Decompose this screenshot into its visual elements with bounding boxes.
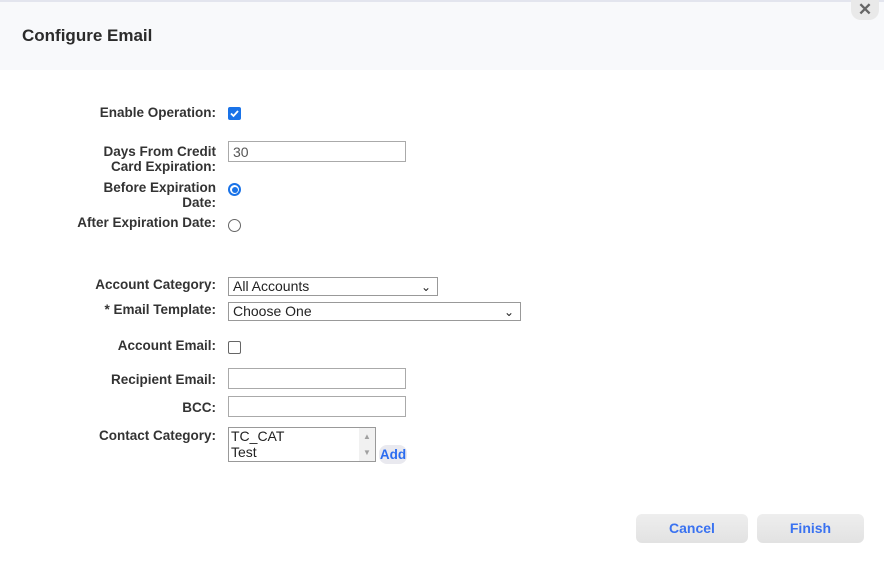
before-expiration-label: Before Expiration Date: (103, 180, 216, 210)
contact-category-option[interactable]: TC_CAT (229, 428, 375, 444)
scroll-up-icon[interactable]: ▲ (363, 432, 371, 441)
contact-category-listbox[interactable]: TC_CAT Test ▲ ▼ (228, 427, 376, 462)
days-from-expiration-label: Days From Credit Card Expiration: (103, 144, 216, 174)
before-label-line2: Date: (182, 195, 216, 210)
chevron-down-icon: ⌄ (420, 280, 431, 294)
email-template-value: Choose One (233, 303, 312, 319)
after-expiration-radio[interactable] (228, 219, 241, 232)
days-from-expiration-input[interactable] (228, 141, 406, 162)
days-label-line1: Days From Credit (103, 144, 216, 159)
chevron-down-icon: ⌄ (503, 305, 514, 319)
finish-button[interactable]: Finish (757, 514, 864, 543)
close-icon: ✕ (857, 0, 873, 19)
scroll-down-icon[interactable]: ▼ (363, 448, 371, 457)
before-label-line1: Before Expiration (103, 180, 216, 195)
account-email-label: Account Email: (117, 338, 216, 353)
enable-operation-label: Enable Operation: (99, 105, 216, 120)
recipient-email-input[interactable] (228, 368, 406, 389)
contact-category-option[interactable]: Test (229, 444, 375, 460)
email-template-select[interactable]: Choose One ⌄ (228, 302, 521, 321)
cancel-button[interactable]: Cancel (636, 514, 748, 543)
add-contact-category-button[interactable]: Add (379, 445, 407, 464)
enable-operation-checkbox[interactable] (228, 107, 241, 120)
close-button[interactable]: ✕ (851, 0, 879, 20)
recipient-email-label: Recipient Email: (110, 372, 216, 387)
bcc-label: BCC: (182, 400, 216, 415)
account-category-label: Account Category: (95, 277, 216, 292)
account-email-checkbox[interactable] (228, 341, 241, 354)
dialog-header: Configure Email (0, 0, 884, 70)
listbox-scrollbar[interactable]: ▲ ▼ (359, 428, 375, 461)
days-label-line2: Card Expiration: (110, 159, 216, 174)
before-expiration-radio[interactable] (228, 183, 241, 196)
dialog-title: Configure Email (22, 26, 153, 45)
account-category-value: All Accounts (233, 278, 310, 294)
account-category-select[interactable]: All Accounts ⌄ (228, 277, 438, 296)
bcc-input[interactable] (228, 396, 406, 417)
after-expiration-label: After Expiration Date: (77, 215, 216, 230)
email-template-label: * Email Template: (104, 302, 216, 317)
check-icon (230, 110, 239, 118)
contact-category-label: Contact Category: (98, 428, 216, 443)
